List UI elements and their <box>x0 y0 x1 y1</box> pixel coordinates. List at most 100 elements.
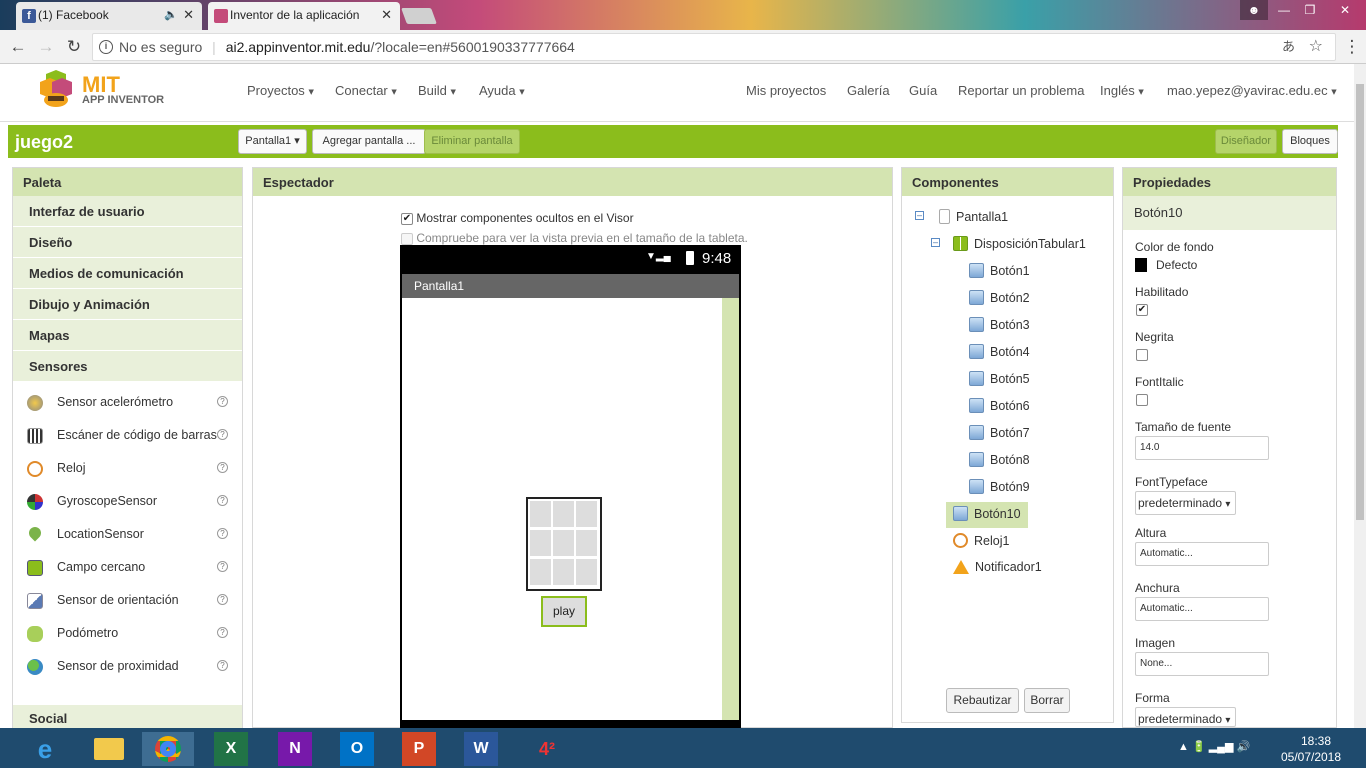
tree-node-boton1[interactable]: Botón1 <box>969 263 1030 278</box>
grid-button-9[interactable] <box>576 559 597 585</box>
help-icon[interactable]: ? <box>217 561 228 572</box>
palette-item-orientation[interactable]: Sensor de orientación? <box>13 584 242 617</box>
close-tab-icon[interactable]: ✕ <box>183 7 194 23</box>
powerpoint-icon[interactable]: P <box>402 732 436 766</box>
tree-node-pantalla1[interactable]: Pantalla1 <box>939 209 1008 224</box>
tree-node-boton2[interactable]: Botón2 <box>969 290 1030 305</box>
help-icon[interactable]: ? <box>217 462 228 473</box>
bookmark-star-icon[interactable]: ☆ <box>1309 34 1323 60</box>
profile-icon[interactable]: ☻ <box>1240 0 1268 20</box>
speaker-icon[interactable]: 🔈 <box>164 8 178 21</box>
tree-node-reloj1[interactable]: Reloj1 <box>953 533 1009 548</box>
file-explorer-icon[interactable] <box>86 732 132 766</box>
onenote-icon[interactable]: N <box>278 732 312 766</box>
help-icon[interactable]: ? <box>217 429 228 440</box>
blocks-button[interactable]: Bloques <box>1282 129 1338 154</box>
grid-button-4[interactable] <box>530 530 551 556</box>
grid-button-5[interactable] <box>553 530 574 556</box>
checkbox-checked-icon[interactable]: ✔ <box>401 212 413 225</box>
menu-build[interactable]: Build ▾ <box>418 83 456 98</box>
category-medios[interactable]: Medios de comunicación <box>13 258 242 289</box>
tab-facebook[interactable]: f (1) Facebook 🔈 ✕ <box>16 2 202 30</box>
delete-button[interactable]: Borrar <box>1024 688 1070 713</box>
menu-language[interactable]: Inglés ▾ <box>1100 83 1144 98</box>
height-input[interactable]: Automatic... <box>1135 542 1269 566</box>
tree-node-boton9[interactable]: Botón9 <box>969 479 1030 494</box>
show-hidden-toggle[interactable]: ✔ Mostrar componentes ocultos en el Viso… <box>401 211 634 225</box>
menu-icon[interactable]: ⋮ <box>1340 35 1364 59</box>
category-diseno[interactable]: Diseño <box>13 227 242 258</box>
category-social[interactable]: Social <box>13 705 242 729</box>
help-icon[interactable]: ? <box>217 660 228 671</box>
tree-node-boton4[interactable]: Botón4 <box>969 344 1030 359</box>
category-interfaz[interactable]: Interfaz de usuario <box>13 196 242 227</box>
shape-select[interactable]: predeterminado ▾ <box>1135 707 1236 727</box>
palette-item-accelerometer[interactable]: Sensor acelerómetro? <box>13 386 242 419</box>
color-swatch[interactable] <box>1135 258 1147 272</box>
play-button[interactable]: play <box>541 596 587 627</box>
game-icon[interactable]: 4² <box>524 732 570 766</box>
tree-node-boton3[interactable]: Botón3 <box>969 317 1030 332</box>
image-input[interactable]: None... <box>1135 652 1269 676</box>
collapse-icon[interactable]: – <box>931 238 940 247</box>
rename-button[interactable]: Rebautizar <box>946 688 1019 713</box>
minimize-icon[interactable]: — <box>1270 0 1298 20</box>
tablet-preview-toggle[interactable]: Compruebe para ver la vista previa en el… <box>401 231 748 245</box>
palette-item-nfc[interactable]: Campo cercano? <box>13 551 242 584</box>
category-sensores[interactable]: Sensores <box>13 351 242 382</box>
tree-node-notificador1[interactable]: Notificador1 <box>953 560 1042 574</box>
menu-ayuda[interactable]: Ayuda ▾ <box>479 83 525 98</box>
screen-scrollbar[interactable] <box>722 298 739 720</box>
grid-button-6[interactable] <box>576 530 597 556</box>
category-dibujo[interactable]: Dibujo y Animación <box>13 289 242 320</box>
screen-canvas[interactable]: play <box>402 298 722 720</box>
excel-icon[interactable]: X <box>214 732 248 766</box>
link-reportar[interactable]: Reportar un problema <box>958 83 1084 98</box>
close-window-icon[interactable]: ✕ <box>1324 0 1366 20</box>
restore-icon[interactable]: ❐ <box>1296 0 1324 20</box>
new-tab-button[interactable] <box>401 8 437 24</box>
palette-item-location[interactable]: LocationSensor? <box>13 518 242 551</box>
internet-explorer-icon[interactable]: e <box>22 732 68 766</box>
help-icon[interactable]: ? <box>217 495 228 506</box>
menu-user[interactable]: mao.yepez@yavirac.edu.ec ▾ <box>1167 83 1337 98</box>
back-icon[interactable]: ← <box>6 35 30 59</box>
tree-node-boton10[interactable]: Botón10 <box>953 506 1021 521</box>
bg-color-value[interactable]: Defecto <box>1156 258 1197 272</box>
scrollbar-thumb[interactable] <box>1356 84 1364 520</box>
forward-icon[interactable]: → <box>34 35 58 59</box>
bold-checkbox[interactable] <box>1136 349 1148 361</box>
designer-button[interactable]: Diseñador <box>1215 129 1277 154</box>
grid-button-7[interactable] <box>530 559 551 585</box>
clock-date[interactable]: 05/07/2018 <box>1276 750 1346 764</box>
word-icon[interactable]: W <box>464 732 498 766</box>
help-icon[interactable]: ? <box>217 528 228 539</box>
link-guia[interactable]: Guía <box>909 83 937 98</box>
add-screen-button[interactable]: Agregar pantalla ... <box>312 129 426 154</box>
clock-time[interactable]: 18:38 <box>1286 734 1346 748</box>
menu-proyectos[interactable]: Proyectos ▾ <box>247 83 314 98</box>
app-inventor-logo[interactable]: MIT APP INVENTOR <box>36 70 166 110</box>
help-icon[interactable]: ? <box>217 396 228 407</box>
link-galeria[interactable]: Galería <box>847 83 890 98</box>
grid-button-2[interactable] <box>553 501 574 527</box>
table-arrangement[interactable] <box>526 497 602 591</box>
tree-node-boton8[interactable]: Botón8 <box>969 452 1030 467</box>
palette-item-barcode[interactable]: Escáner de código de barras? <box>13 419 242 452</box>
close-tab-icon[interactable]: ✕ <box>381 7 392 23</box>
tab-app-inventor[interactable]: Inventor de la aplicación ✕ <box>208 2 400 30</box>
info-icon[interactable]: i <box>99 40 113 54</box>
chrome-icon[interactable] <box>142 732 194 766</box>
collapse-icon[interactable]: – <box>915 211 924 220</box>
tree-node-boton7[interactable]: Botón7 <box>969 425 1030 440</box>
tree-node-boton5[interactable]: Botón5 <box>969 371 1030 386</box>
width-input[interactable]: Automatic... <box>1135 597 1269 621</box>
font-size-input[interactable]: 14.0 <box>1135 436 1269 460</box>
outlook-icon[interactable]: O <box>340 732 374 766</box>
url-field[interactable]: i No es seguro | ai2.appinventor.mit.edu… <box>92 33 1336 61</box>
grid-button-1[interactable] <box>530 501 551 527</box>
grid-button-8[interactable] <box>553 559 574 585</box>
screen-select[interactable]: Pantalla1 ▾ <box>238 129 307 154</box>
palette-item-pedometer[interactable]: Podómetro? <box>13 617 242 650</box>
palette-item-clock[interactable]: Reloj? <box>13 452 242 485</box>
